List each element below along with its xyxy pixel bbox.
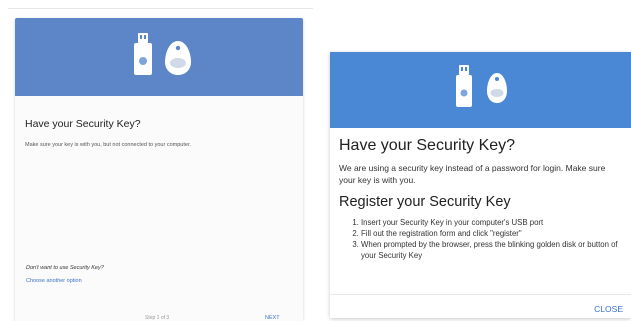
footer-divider <box>330 294 631 295</box>
key-fob-icon <box>165 41 191 75</box>
left-banner <box>15 18 303 96</box>
register-title: Register your Security Key <box>339 194 511 210</box>
left-security-key-dialog: Have your Security Key? Make sure your k… <box>15 18 303 321</box>
dont-want-text: Don't want to use Security Key? <box>26 265 104 271</box>
step-item: When prompted by the browser, press the … <box>361 239 621 261</box>
next-button[interactable]: NEXT <box>265 315 280 321</box>
registration-steps: Insert your Security Key in your compute… <box>339 217 621 261</box>
step-item: Fill out the registration form and click… <box>361 228 621 239</box>
right-dialog-title: Have your Security Key? <box>339 137 516 154</box>
step-indicator: Step 1 of 3 <box>145 315 170 321</box>
right-security-key-dialog: Have your Security Key? We are using a s… <box>330 52 631 318</box>
choose-another-option-link[interactable]: Choose another option <box>26 278 82 284</box>
top-divider <box>8 8 313 9</box>
left-dialog-title: Have your Security Key? <box>25 118 141 130</box>
usb-security-key-icon <box>456 65 472 107</box>
close-button[interactable]: CLOSE <box>594 304 623 314</box>
usb-security-key-icon <box>134 33 152 75</box>
key-fob-icon <box>487 73 507 103</box>
right-dialog-description: We are using a security key instead of a… <box>339 163 606 185</box>
step-item: Insert your Security Key in your compute… <box>361 217 621 228</box>
left-dialog-description: Make sure your key is with you, but not … <box>25 142 192 148</box>
right-banner <box>330 52 631 128</box>
